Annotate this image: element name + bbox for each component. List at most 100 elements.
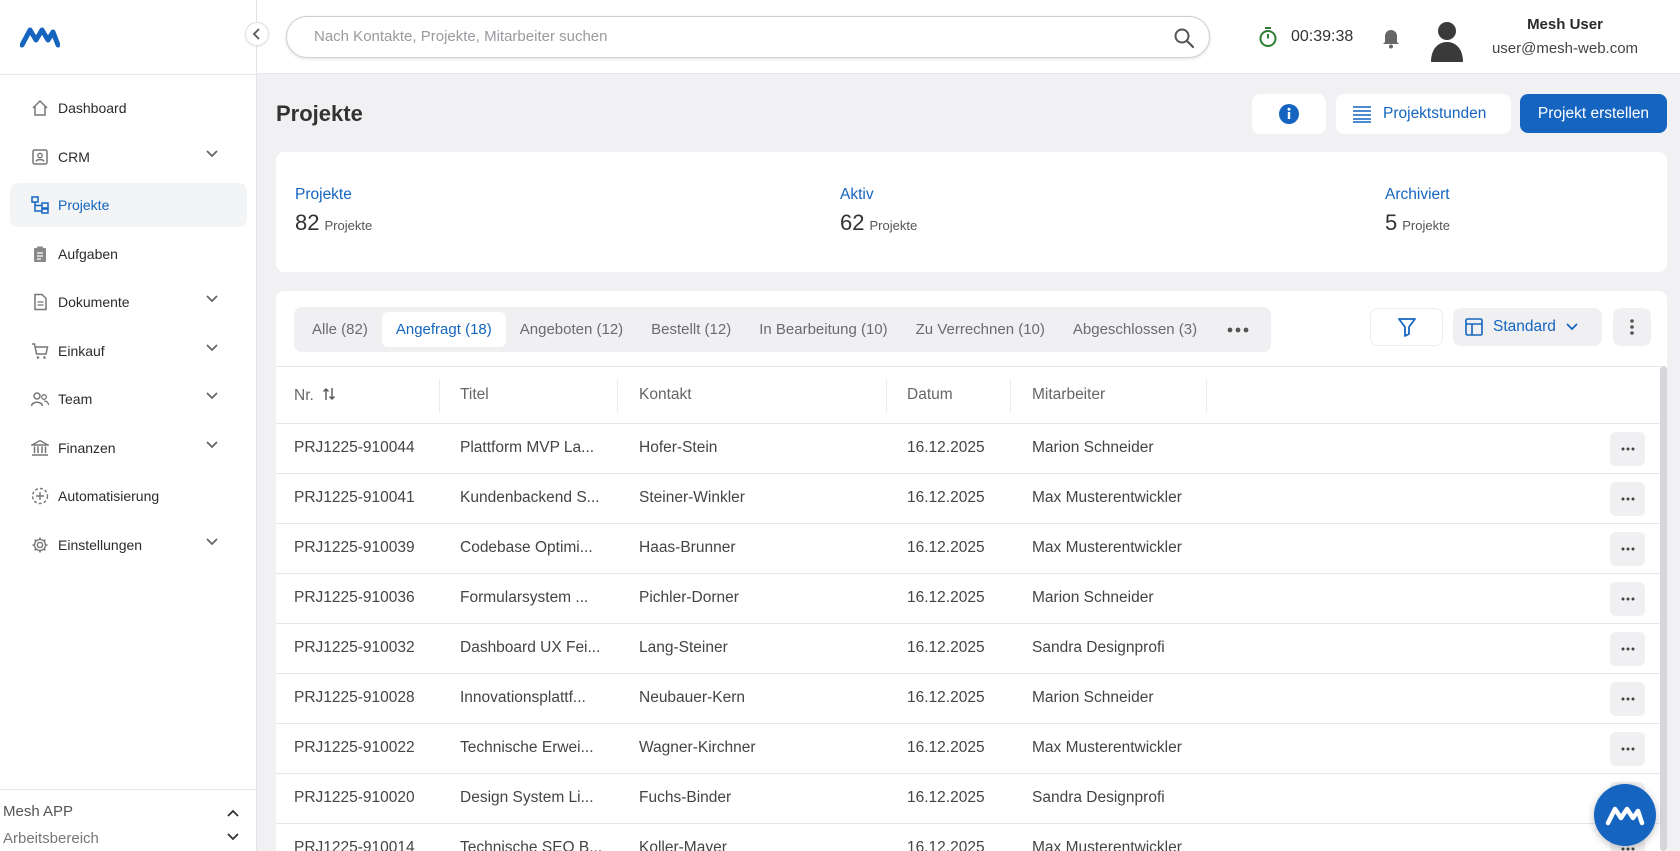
chevron-down-icon[interactable] (226, 832, 240, 842)
tab-bestellt[interactable]: Bestellt (12) (637, 312, 745, 347)
row-actions-button[interactable] (1610, 582, 1645, 616)
chevron-up-icon[interactable] (226, 808, 240, 818)
sidebar-item-label: Aufgaben (58, 245, 118, 262)
workspace-area[interactable]: Arbeitsbereich (3, 830, 99, 847)
search-input[interactable] (314, 17, 1174, 55)
chevron-down-icon[interactable] (205, 440, 219, 450)
table-icon (1465, 318, 1483, 336)
table-row[interactable]: PRJ1225-910039 Codebase Optimi... Haas-Bru… (276, 524, 1661, 574)
info-button[interactable] (1252, 94, 1326, 134)
chevron-down-icon[interactable] (205, 343, 219, 353)
tab-alle[interactable]: Alle (82) (298, 312, 382, 347)
chevron-left-icon (252, 28, 260, 40)
stat-value: 82 (295, 210, 320, 235)
sidebar-item-aufgaben[interactable]: Aufgaben (10, 232, 247, 276)
tab-angefragt[interactable]: Angefragt (18) (381, 312, 506, 347)
table-cell: Neubauer-Kern (639, 689, 745, 706)
sidebar-item-dashboard[interactable]: Dashboard (10, 86, 247, 130)
row-actions-button[interactable] (1610, 682, 1645, 716)
sort-icon[interactable] (322, 386, 336, 402)
more-options-button[interactable] (1613, 308, 1651, 346)
row-actions-button[interactable] (1610, 632, 1645, 666)
contacts-card-icon (30, 147, 50, 167)
bell-icon[interactable] (1381, 27, 1401, 49)
table-cell: 16.12.2025 (907, 639, 985, 656)
gear-icon (30, 535, 50, 555)
sidebar-item-einstellungen[interactable]: Einstellungen (10, 523, 247, 567)
table-row[interactable]: PRJ1225-910036 Formularsystem ... Pichler-… (276, 574, 1661, 624)
column-separator[interactable] (1206, 379, 1207, 413)
view-select[interactable]: Standard (1453, 308, 1602, 346)
tab-angeboten[interactable]: Angeboten (12) (506, 312, 637, 347)
project-hours-button[interactable]: Projektstunden (1336, 94, 1511, 134)
row-actions-button[interactable] (1610, 732, 1645, 766)
column-separator[interactable] (1010, 379, 1011, 413)
stat-projects[interactable]: Projekte 82 Projekte (295, 186, 372, 236)
row-actions-button[interactable] (1610, 432, 1645, 466)
create-project-button[interactable]: Projekt erstellen (1520, 94, 1667, 133)
table-cell: PRJ1225-910022 (294, 739, 415, 756)
tab-abgeschlossen[interactable]: Abgeschlossen (3) (1059, 312, 1211, 347)
column-header[interactable]: Datum (907, 386, 953, 404)
avatar[interactable] (1427, 18, 1467, 62)
column-separator[interactable] (886, 379, 887, 413)
table-cell: Sandra Designprofi (1032, 639, 1165, 656)
table-cell: Marion Schneider (1032, 589, 1154, 606)
row-actions-button[interactable] (1610, 482, 1645, 516)
table-row[interactable]: PRJ1225-910022 Technische Erwei... Wagner-… (276, 724, 1661, 774)
sidebar-item-label: Einkauf (58, 342, 105, 359)
sidebar-item-projekte[interactable]: Projekte (10, 183, 247, 227)
horizontal-dots-icon (1621, 747, 1634, 751)
search-icon[interactable] (1173, 27, 1195, 49)
column-header[interactable]: Mitarbeiter (1032, 386, 1105, 404)
table-row[interactable]: PRJ1225-910028 Innovationsplattf... Neubau… (276, 674, 1661, 724)
table-row[interactable]: PRJ1225-910044 Plattform MVP La... Hofer-S… (276, 424, 1661, 474)
chevron-down-icon[interactable] (205, 537, 219, 547)
column-separator[interactable] (439, 379, 440, 413)
more-tabs-button[interactable] (1213, 312, 1263, 347)
sidebar-item-automatisierung[interactable]: Automatisierung (10, 474, 247, 518)
table-cell: Codebase Optimi... (460, 539, 593, 556)
sidebar-item-team[interactable]: Team (10, 377, 247, 421)
sidebar-collapse-button[interactable] (245, 22, 269, 46)
row-actions-button[interactable] (1610, 532, 1645, 566)
table-row[interactable]: PRJ1225-910032 Dashboard UX Fei... Lang-St… (276, 624, 1661, 674)
stat-active[interactable]: Aktiv 62 Projekte (840, 186, 917, 236)
mesh-logo[interactable] (20, 25, 60, 49)
chevron-down-icon[interactable] (205, 391, 219, 401)
table-cell: Marion Schneider (1032, 439, 1154, 456)
sidebar-item-einkauf[interactable]: Einkauf (10, 329, 247, 373)
horizontal-dots-icon (1621, 647, 1634, 651)
column-header[interactable]: Nr. (294, 386, 336, 405)
workspace-app[interactable]: Mesh APP (3, 803, 73, 820)
table-scrollbar[interactable] (1660, 366, 1667, 851)
stat-unit: Projekte (1402, 218, 1450, 233)
horizontal-dots-icon (1621, 847, 1634, 851)
table-row[interactable]: PRJ1225-910020 Design System Li... Fuchs-B… (276, 774, 1661, 824)
table-cell: 16.12.2025 (907, 439, 985, 456)
stat-archived[interactable]: Archiviert 5 Projekte (1385, 186, 1450, 236)
sidebar-item-label: Finanzen (58, 439, 116, 456)
table-row[interactable]: PRJ1225-910014 Technische SEO B... Koller-… (276, 824, 1661, 851)
stopwatch-icon[interactable] (1257, 26, 1279, 48)
sidebar-item-crm[interactable]: CRM (10, 135, 247, 179)
column-separator[interactable] (617, 379, 618, 413)
tab-zu-verrechnen[interactable]: Zu Verrechnen (10) (902, 312, 1059, 347)
sidebar-item-dokumente[interactable]: Dokumente (10, 280, 247, 324)
tab-in-bearbeitung[interactable]: In Bearbeitung (10) (745, 312, 901, 347)
chevron-down-icon[interactable] (205, 294, 219, 304)
info-icon (1279, 104, 1299, 124)
column-header[interactable]: Kontakt (639, 386, 692, 404)
horizontal-dots-icon (1621, 697, 1634, 701)
table-cell: Lang-Steiner (639, 639, 728, 656)
sidebar-item-finanzen[interactable]: Finanzen (10, 426, 247, 470)
column-header[interactable]: Titel (460, 386, 489, 404)
chevron-down-icon[interactable] (205, 149, 219, 159)
sidebar-item-label: Dashboard (58, 100, 127, 116)
table-cell: 16.12.2025 (907, 539, 985, 556)
user-name[interactable]: Mesh User (1470, 16, 1660, 33)
mesh-assistant-button[interactable] (1594, 784, 1656, 846)
filter-button[interactable] (1370, 308, 1443, 346)
table-row[interactable]: PRJ1225-910041 Kundenbackend S... Steiner-… (276, 474, 1661, 524)
table-cell: Kundenbackend S... (460, 489, 600, 506)
